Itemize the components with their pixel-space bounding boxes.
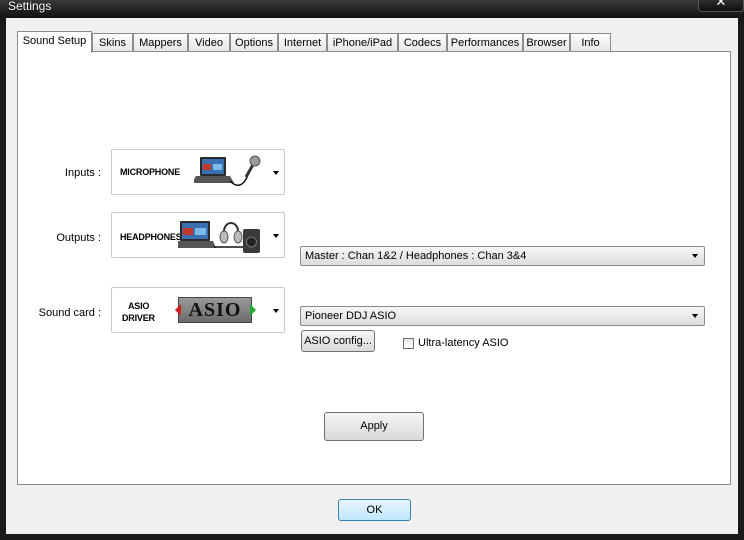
apply-button[interactable]: Apply (324, 412, 424, 441)
tab-mappers[interactable]: Mappers (133, 33, 188, 51)
tab-sound-setup[interactable]: Sound Setup (17, 31, 92, 53)
sound-card-select[interactable]: Pioneer DDJ ASIO (300, 306, 705, 326)
inputs-device-name: MICROPHONE (120, 167, 181, 177)
sound-card-device-selector[interactable]: ASIO DRIVER ASIO (111, 287, 285, 333)
window-title: Settings (8, 0, 52, 13)
ok-button[interactable]: OK (338, 499, 411, 521)
output-routing-select[interactable]: Master : Chan 1&2 / Headphones : Chan 3&… (300, 246, 705, 266)
sound-card-label: Sound card : (38, 307, 101, 319)
asio-config-button[interactable]: ASIO config... (301, 330, 375, 352)
outputs-label: Outputs : (56, 232, 101, 244)
sound-card-select-chevron-down-icon (692, 314, 698, 318)
sound-card-device-line1: ASIO (128, 301, 150, 311)
asio-logo-text: ASIO (188, 299, 242, 321)
ultra-latency-label[interactable]: Ultra-latency ASIO (418, 337, 508, 349)
laptop-headphones-speaker-icon (178, 221, 260, 253)
tab-codecs[interactable]: Codecs (398, 33, 447, 51)
sound-card-value: Pioneer DDJ ASIO (305, 310, 397, 322)
inputs-label: Inputs : (64, 167, 101, 179)
asio-logo: ASIO (175, 297, 256, 323)
laptop-microphone-icon (194, 155, 261, 186)
tab-skins[interactable]: Skins (92, 33, 133, 51)
output-routing-value: Master : Chan 1&2 / Headphones : Chan 3&… (305, 250, 527, 262)
output-routing-chevron-down-icon (692, 254, 698, 258)
outputs-device-name: HEADPHONES (120, 232, 182, 242)
settings-window: Settings ✕ Sound Setup Skins Mappers Vid… (0, 0, 744, 540)
inputs-device-selector[interactable]: MICROPHONE (111, 149, 285, 195)
tab-performances[interactable]: Performances (447, 33, 523, 51)
tab-info[interactable]: Info (570, 33, 611, 51)
ultra-latency-checkbox[interactable] (403, 338, 414, 349)
tab-iphone-ipad[interactable]: iPhone/iPad (327, 33, 398, 51)
close-icon[interactable]: ✕ (716, 0, 727, 9)
tab-video[interactable]: Video (188, 33, 230, 51)
sound-card-device-line2: DRIVER (122, 313, 155, 323)
inputs-chevron-down-icon (273, 171, 279, 175)
tab-browser[interactable]: Browser (523, 33, 570, 51)
sound-card-chevron-down-icon (273, 309, 279, 313)
close-button[interactable]: ✕ (698, 0, 744, 12)
tab-options[interactable]: Options (230, 33, 278, 51)
outputs-device-selector[interactable]: HEADPHONES (111, 212, 285, 258)
title-bar: Settings ✕ (0, 0, 744, 18)
sound-setup-panel: Inputs : MICROPHONE Outputs : HEADPHONES… (17, 51, 731, 485)
outputs-chevron-down-icon (273, 234, 279, 238)
dialog-client: Sound Setup Skins Mappers Video Options … (6, 18, 738, 534)
tab-internet[interactable]: Internet (278, 33, 327, 51)
